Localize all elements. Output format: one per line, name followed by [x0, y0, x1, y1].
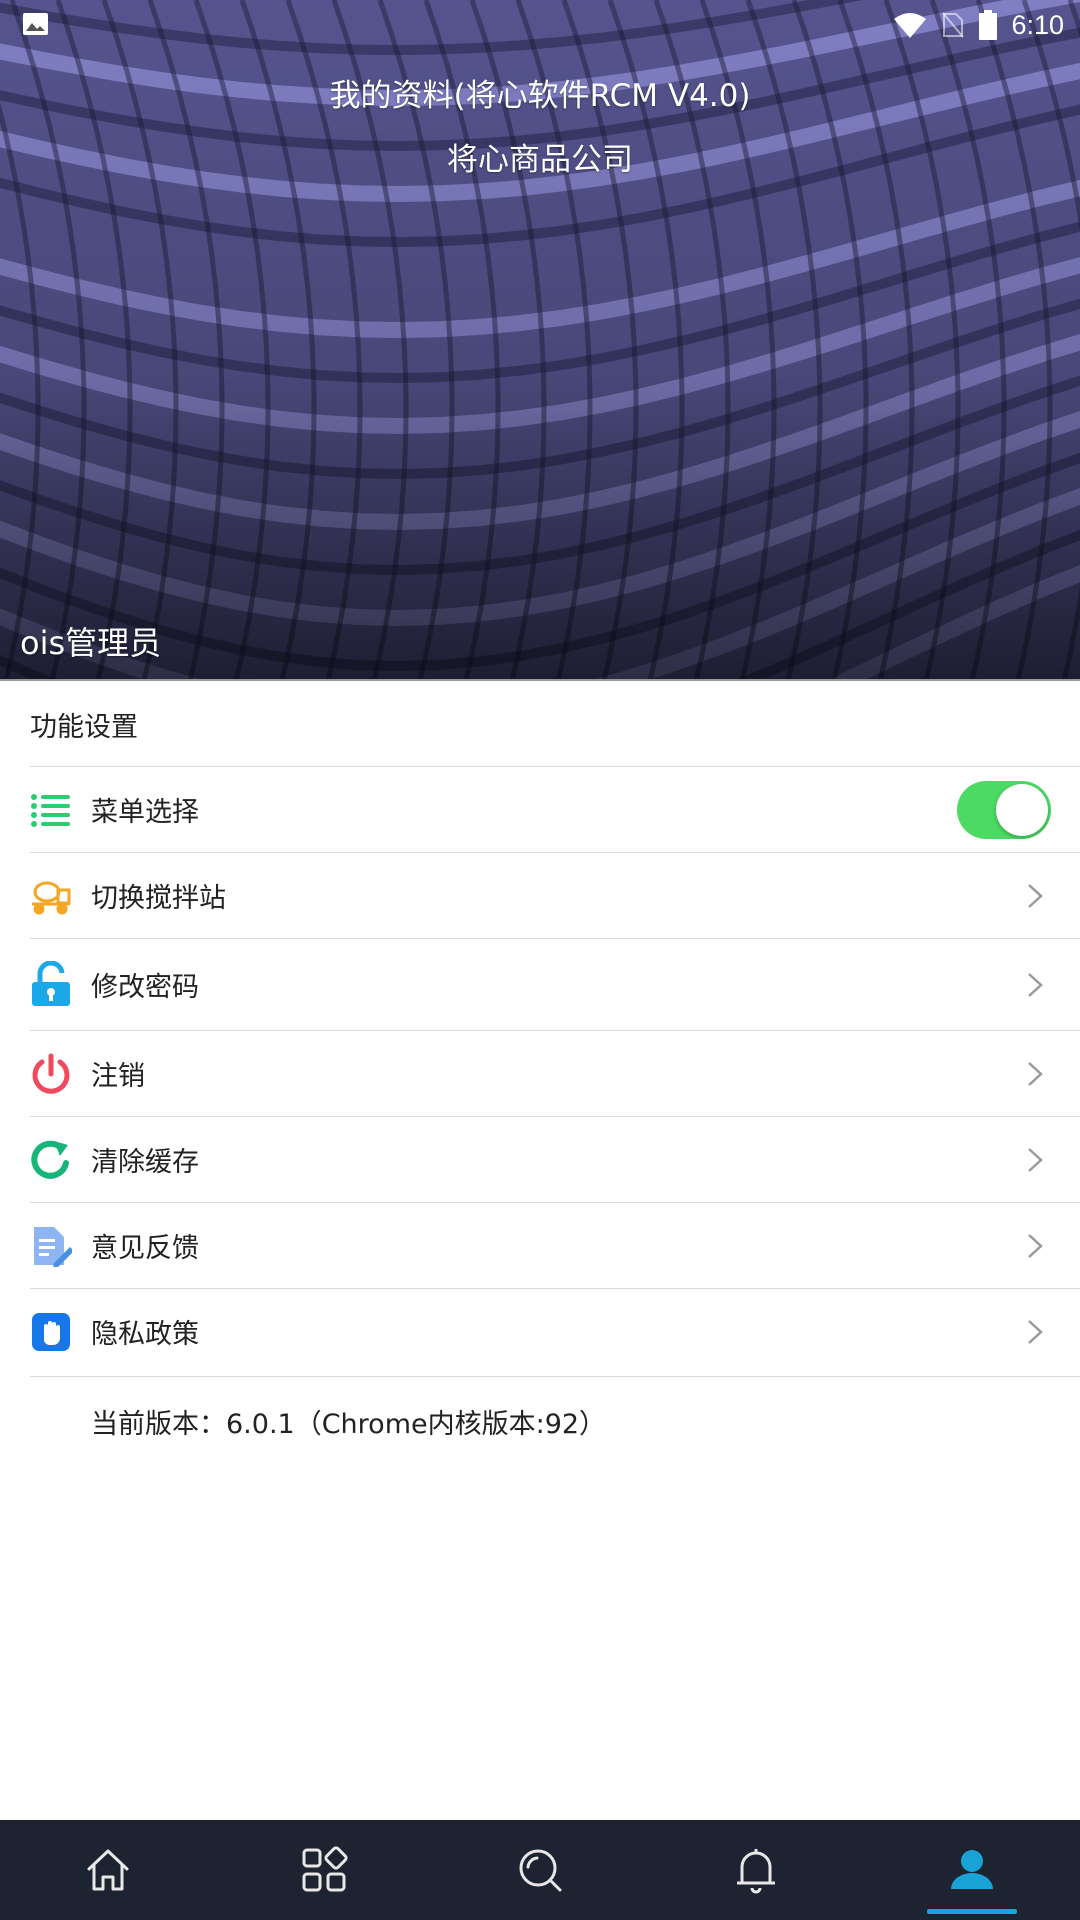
settings-item-logout[interactable]: 注销: [30, 1030, 1080, 1116]
settings-item-change-password[interactable]: 修改密码: [30, 938, 1080, 1030]
settings-item-label: 清除缓存: [91, 1147, 199, 1178]
feedback-doc-icon: [34, 1226, 72, 1267]
settings-item-feedback[interactable]: 意见反馈: [30, 1202, 1080, 1288]
toggle-knob: [996, 783, 1048, 836]
apps-grid-icon: [302, 1846, 348, 1892]
settings-item-privacy-policy[interactable]: 隐私政策: [30, 1288, 1080, 1374]
section-title: 功能设置: [30, 712, 138, 743]
settings-item-label: 菜单选择: [91, 797, 199, 828]
settings-item-switch-station[interactable]: 切换搅拌站: [30, 852, 1080, 938]
list-icon: [31, 793, 70, 827]
status-time: 6:10: [1011, 9, 1064, 40]
settings-item-menu-select[interactable]: 菜单选择: [30, 766, 1080, 852]
gallery-icon: [23, 13, 48, 35]
chevron-right-icon: [1028, 1147, 1043, 1172]
profile-header: 6:10 我的资料(将心软件RCM V4.0) 将心商品公司 ois管理员: [0, 0, 1080, 681]
settings-item-label: 切换搅拌站: [91, 883, 226, 914]
header-divider: [0, 679, 1080, 681]
battery-icon: [979, 10, 998, 40]
menu-select-toggle[interactable]: [957, 780, 1051, 839]
user-icon: [951, 1850, 993, 1889]
nav-active-indicator: [927, 1909, 1017, 1914]
mixer-truck-icon: [32, 881, 71, 914]
chevron-right-icon: [1028, 1061, 1043, 1086]
list-bottom-divider: [30, 1376, 1080, 1377]
chevron-right-icon: [1028, 883, 1043, 908]
nav-profile[interactable]: [864, 1820, 1080, 1920]
nav-notifications[interactable]: [648, 1820, 864, 1920]
settings-item-label: 修改密码: [91, 972, 199, 1003]
settings-item-label: 注销: [91, 1061, 145, 1092]
chevron-right-icon: [1028, 1233, 1043, 1258]
nav-apps[interactable]: [216, 1820, 432, 1920]
settings-item-label: 隐私政策: [91, 1319, 199, 1350]
bottom-navigation: [0, 1820, 1080, 1920]
wifi-icon: [894, 13, 927, 38]
chevron-right-icon: [1028, 1319, 1043, 1344]
settings-item-label: 意见反馈: [91, 1233, 199, 1264]
home-icon: [87, 1849, 129, 1891]
no-sim-icon: [942, 12, 965, 38]
status-bar: 6:10: [0, 0, 1080, 50]
hand-stop-icon: [32, 1312, 70, 1351]
version-text: 当前版本：6.0.1（Chrome内核版本:92）: [91, 1409, 607, 1440]
settings-item-clear-cache[interactable]: 清除缓存: [30, 1116, 1080, 1202]
refresh-icon: [31, 1140, 69, 1179]
chevron-right-icon: [1028, 972, 1043, 997]
page-title: 我的资料(将心软件RCM V4.0): [329, 78, 751, 114]
nav-home[interactable]: [0, 1820, 216, 1920]
search-icon: [519, 1849, 562, 1892]
power-icon: [32, 1053, 70, 1094]
settings-list: 菜单选择 切换搅拌站 修改密码 注销 清除缓存 意见反馈 隐私政策: [0, 766, 1080, 1374]
unlock-icon: [32, 960, 70, 1006]
status-icons: 6:10: [893, 8, 1064, 42]
bell-icon: [737, 1849, 775, 1894]
company-name: 将心商品公司: [447, 142, 633, 178]
user-name: ois管理员: [20, 624, 162, 662]
nav-search[interactable]: [432, 1820, 648, 1920]
